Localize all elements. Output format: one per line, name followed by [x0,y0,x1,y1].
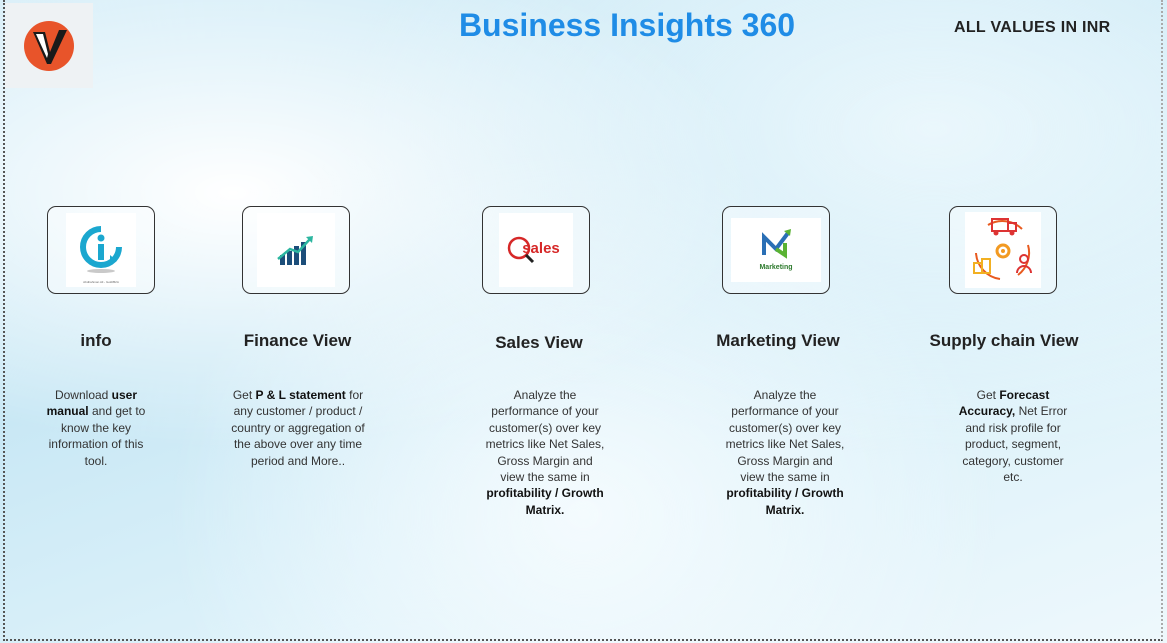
description-text-run: Get [976,388,1000,402]
sales-view-card-button[interactable]: sales [482,206,590,294]
info-label: info [80,331,112,350]
marketing-view-label: Marketing View [716,331,840,350]
marketing-m-icon: Marketing [759,229,793,271]
sales-magnifier-icon: sales [507,236,560,264]
description-text-run: profitability / Growth Matrix. [486,486,604,517]
finance-view-label: Finance View [243,331,352,350]
bar-chart-growth-icon [277,236,313,265]
sales-image-text: sales [522,240,560,257]
description-text-run: profitability / Growth Matrix. [726,486,844,517]
marketing-image-text: Marketing [759,264,792,271]
finance-view-card-button[interactable] [242,206,350,294]
info-icon [80,226,122,273]
description-text-run: Analyze the performance of your customer… [725,388,845,485]
sales-view-description: Analyze the performance of your customer… [484,387,606,518]
supply-chain-view-card-button[interactable] [949,206,1057,294]
description-text-run: Analyze the performance of your customer… [485,388,605,485]
info-card-button[interactable]: Abdirahman Ali - Gold/B2A [47,206,155,294]
supply-chain-view-description: Get Forecast Accuracy, Net Error and ris… [954,387,1072,485]
finance-view-description: Get P & L statement for any customer / p… [226,387,370,469]
description-text-run: P & L statement [255,388,346,402]
supply-chain-view-label: Supply chain View [929,331,1079,350]
sales-view-label: Sales View [495,333,583,352]
info-image: Abdirahman Ali - Gold/B2A [66,213,136,287]
supply-chain-image [965,212,1041,288]
marketing-view-description: Analyze the performance of your customer… [724,387,846,518]
currency-note: ALL VALUES IN INR [954,19,1111,36]
description-text-run: Get [232,388,256,402]
sales-image: sales [499,213,573,287]
marketing-view-card-button[interactable]: Marketing [722,206,830,294]
marketing-image: Marketing [731,218,821,282]
info-image-caption: Abdirahman Ali - Gold/B2A [83,280,119,284]
page-border [3,0,1163,641]
description-text-run: Download [54,388,112,402]
supply-chain-cycle-icon [973,218,1032,280]
info-description: Download user manual and get to know the… [38,387,154,469]
finance-image [257,213,335,287]
